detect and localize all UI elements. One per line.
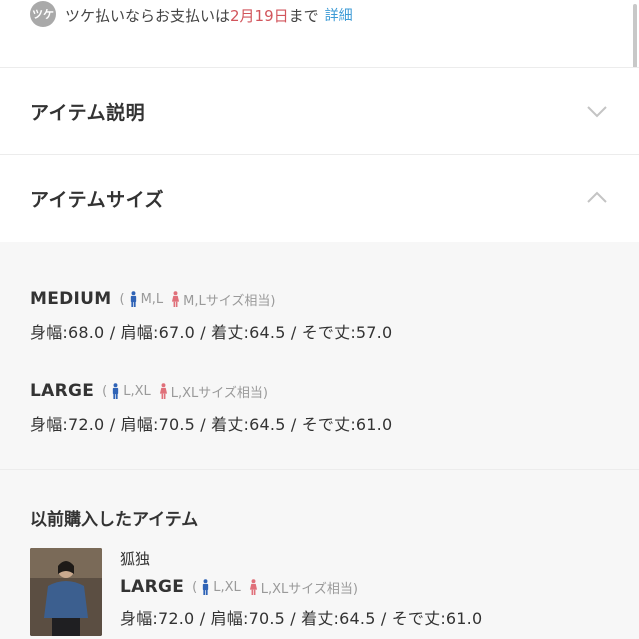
male-fit: M,L bbox=[140, 291, 164, 307]
size-measurements: 身幅:68.0 / 肩幅:67.0 / 着丈:64.5 / そで丈:57.0 bbox=[30, 323, 393, 342]
size-measurements: 身幅:72.0 / 肩幅:70.5 / 着丈:64.5 / そで丈:61.0 bbox=[30, 415, 393, 434]
female-fit: M,Lサイズ相当) bbox=[183, 293, 276, 309]
size-medium: MEDIUM ( M,L M,Lサイズ相当) 身幅:68.0 / 肩幅:67.0… bbox=[30, 287, 392, 343]
female-icon bbox=[172, 291, 180, 307]
payment-detail-link[interactable]: 詳細 bbox=[325, 5, 353, 25]
male-fit: L,XL bbox=[213, 579, 241, 595]
size-measurements: 身幅:72.0 / 肩幅:70.5 / 着丈:64.5 / そで丈:61.0 bbox=[120, 609, 483, 628]
paren: ( bbox=[119, 291, 125, 307]
chevron-up-icon bbox=[587, 191, 607, 203]
female-fit: L,XLサイズ相当) bbox=[260, 581, 358, 597]
payment-text: ツケ払いならお支払いは bbox=[65, 6, 231, 25]
divider bbox=[0, 469, 639, 470]
item-size-title: アイテムサイズ bbox=[30, 188, 165, 211]
chevron-down-icon bbox=[587, 106, 607, 118]
size-fit: ( L,XL L,XLサイズ相当) bbox=[192, 578, 358, 597]
size-name: MEDIUM bbox=[30, 289, 112, 309]
male-icon bbox=[113, 383, 119, 399]
female-icon bbox=[249, 579, 257, 595]
previous-item-name[interactable]: 狐独 bbox=[120, 548, 482, 569]
tsuke-payment-row: ツケ ツケ払いならお支払いは 2月19日 まで 詳細 bbox=[30, 0, 610, 30]
tsuke-badge-icon: ツケ bbox=[30, 1, 56, 27]
item-size-accordion[interactable]: アイテムサイズ bbox=[0, 155, 639, 241]
paren: ( bbox=[192, 579, 198, 595]
size-large: LARGE ( L,XL L,XLサイズ相当) 身幅:72.0 / 肩幅:70.… bbox=[30, 379, 392, 435]
payment-due-date: 2月19日 bbox=[230, 6, 289, 25]
payment-text-after: まで bbox=[288, 6, 319, 25]
size-name: LARGE bbox=[30, 381, 95, 401]
previous-item-info: 狐独 LARGE ( L,XL L,XLサイズ相当) 身幅:72.0 / 肩幅:… bbox=[120, 548, 482, 629]
male-fit: L,XL bbox=[123, 383, 151, 399]
size-fit: ( M,L M,Lサイズ相当) bbox=[119, 290, 276, 309]
female-icon bbox=[159, 383, 167, 399]
model-photo bbox=[30, 548, 102, 636]
paren: ( bbox=[102, 383, 108, 399]
size-name: LARGE bbox=[120, 577, 185, 597]
male-icon bbox=[203, 579, 209, 595]
previous-purchase-title: 以前購入したアイテム bbox=[30, 510, 199, 530]
item-description-title: アイテム説明 bbox=[30, 101, 146, 124]
female-fit: L,XLサイズ相当) bbox=[170, 385, 268, 401]
size-fit: ( L,XL L,XLサイズ相当) bbox=[102, 382, 268, 401]
previous-item-thumbnail[interactable] bbox=[30, 548, 102, 636]
item-description-accordion[interactable]: アイテム説明 bbox=[0, 68, 639, 154]
male-icon bbox=[130, 291, 136, 307]
